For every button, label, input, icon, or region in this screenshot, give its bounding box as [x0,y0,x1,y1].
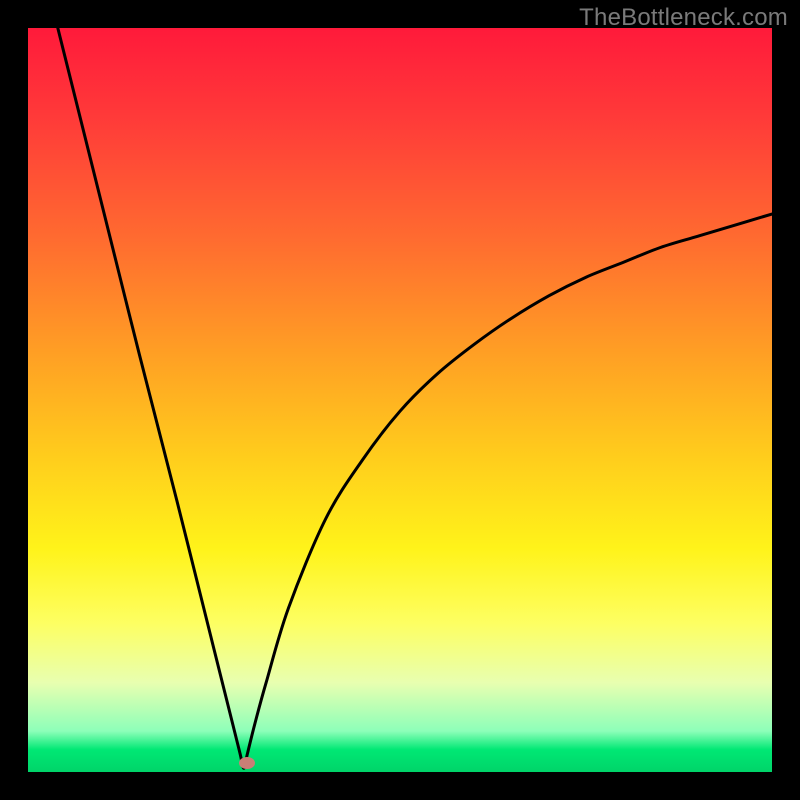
bottleneck-curve [28,28,772,772]
minimum-marker [239,757,255,769]
chart-frame: TheBottleneck.com [0,0,800,800]
plot-area [28,28,772,772]
watermark-text: TheBottleneck.com [579,4,788,32]
